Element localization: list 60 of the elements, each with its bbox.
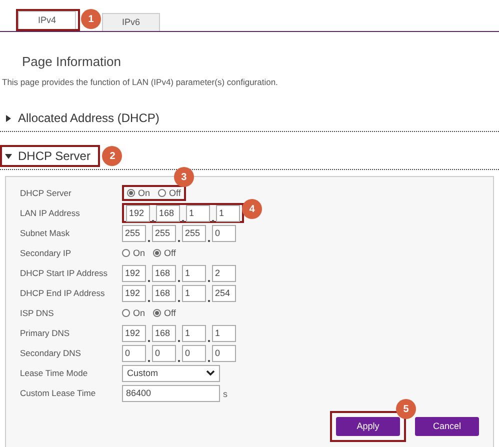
field-label: Subnet Mask — [20, 226, 71, 240]
ip-octet-field[interactable]: 1 — [182, 264, 206, 282]
field-label: DHCP Start IP Address — [20, 266, 109, 280]
ip-octet-field[interactable]: 168 — [156, 204, 180, 222]
ip-octet-field[interactable]: 192 — [122, 284, 146, 302]
page-description: This page provides the function of LAN (IPv4) parameter(s) configuration. — [2, 76, 278, 88]
step-number: 2 — [102, 146, 122, 166]
radio-option[interactable]: Off — [153, 306, 176, 320]
ip-octet-field[interactable]: 255 — [122, 224, 146, 242]
ip-octet-field[interactable]: 0 — [122, 344, 146, 362]
ip-octet-field[interactable]: 192 — [122, 264, 146, 282]
ip-octet-field[interactable]: 192 — [126, 204, 150, 222]
tab[interactable]: IPv6 — [102, 13, 160, 31]
ip-octet-field[interactable]: 1 — [182, 284, 206, 302]
caret-down-icon[interactable] — [5, 152, 12, 160]
ip-octet-field[interactable]: 1 — [216, 204, 240, 222]
lease-mode-select[interactable]: Custom — [122, 364, 220, 382]
ip-octet-field[interactable]: 168 — [152, 324, 176, 342]
step-number: 4 — [242, 199, 262, 220]
ip-octet-field[interactable]: 168 — [152, 264, 176, 282]
unit-label: s — [223, 388, 228, 402]
ip-octet-field[interactable]: 1 — [182, 324, 206, 342]
ip-octet-field[interactable]: 192 — [122, 324, 146, 342]
field-label: DHCP End IP Address — [20, 286, 106, 300]
ip-octet-field[interactable]: 1 — [186, 204, 210, 222]
chevron-down-icon — [206, 370, 215, 376]
apply-button[interactable]: Apply — [336, 417, 400, 436]
step-number: 3 — [174, 167, 194, 188]
section-title[interactable]: Allocated Address (DHCP) — [18, 109, 160, 128]
field-label: Primary DNS — [20, 326, 71, 340]
ip-octet-field[interactable]: 2 — [212, 264, 236, 282]
section-title[interactable]: DHCP Server — [18, 147, 90, 166]
field-label: Lease Time Mode — [20, 366, 89, 380]
ip-octet-field[interactable]: 255 — [152, 224, 176, 242]
field-label: DHCP Server — [20, 186, 72, 200]
ip-octet-field[interactable]: 255 — [182, 224, 206, 242]
caret-right-icon[interactable] — [5, 114, 12, 122]
ip-octet-field[interactable]: 168 — [152, 284, 176, 302]
radio-option[interactable]: On — [122, 306, 146, 320]
cancel-button[interactable]: Cancel — [415, 417, 479, 436]
ip-octet-field[interactable]: 1 — [212, 324, 236, 342]
radio-option[interactable]: Off — [158, 186, 181, 200]
ip-octet-field[interactable]: 0 — [212, 344, 236, 362]
ip-octet-field[interactable]: 0 — [212, 224, 236, 242]
field-label: LAN IP Address — [20, 206, 81, 220]
radio-option[interactable]: On — [122, 246, 146, 260]
field-label: Custom Lease Time — [20, 386, 97, 400]
ip-octet-field[interactable]: 0 — [182, 344, 206, 362]
field-label: Secondary DNS — [20, 346, 82, 360]
field-label: Secondary IP — [20, 246, 72, 260]
step-number: 5 — [396, 399, 416, 420]
page-title: Page Information — [22, 53, 122, 71]
field-label: ISP DNS — [20, 306, 55, 320]
ip-octet-field[interactable]: 0 — [152, 344, 176, 362]
lease-time-field[interactable]: 86400 — [122, 384, 220, 402]
radio-option[interactable]: Off — [153, 246, 176, 260]
step-number: 1 — [81, 9, 101, 29]
tab[interactable]: IPv4 — [18, 11, 76, 29]
radio-option[interactable]: On — [127, 186, 150, 200]
ip-octet-field[interactable]: 254 — [212, 284, 236, 302]
